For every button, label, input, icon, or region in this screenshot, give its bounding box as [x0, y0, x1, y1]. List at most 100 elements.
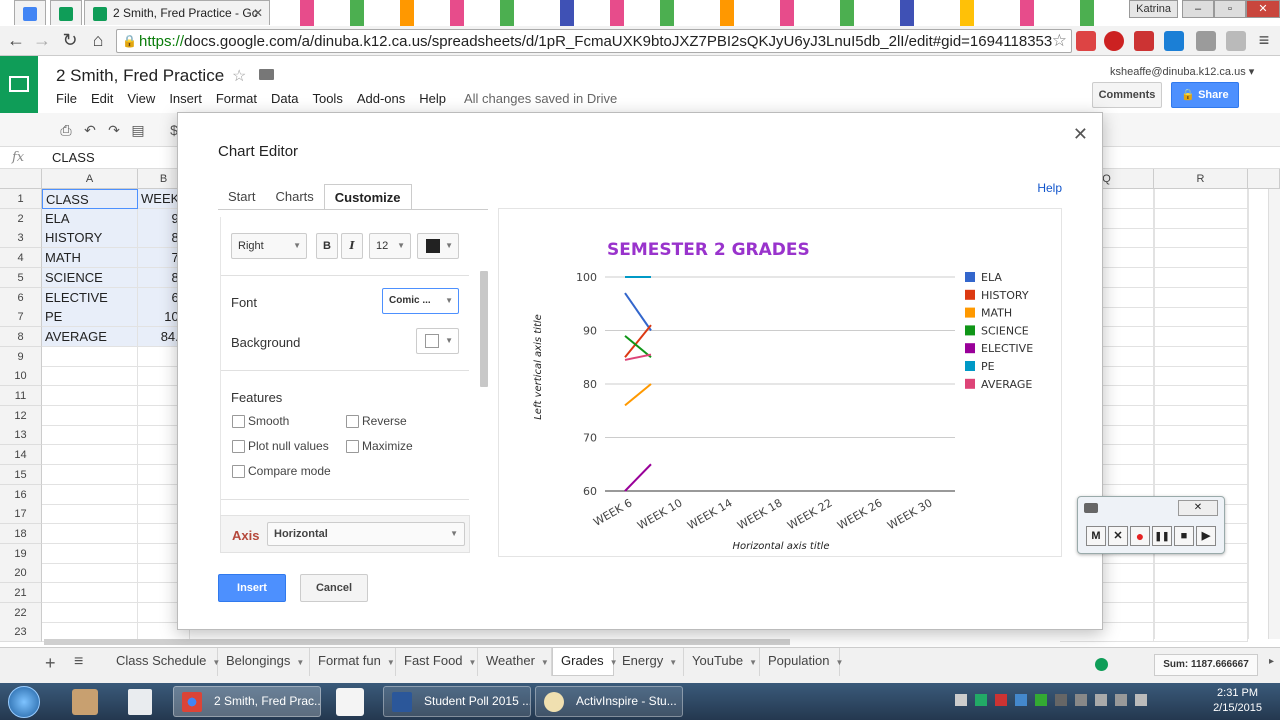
cell-r[interactable]	[1154, 602, 1248, 623]
select-all-corner[interactable]	[0, 169, 42, 189]
cell-r[interactable]	[1154, 228, 1248, 249]
cell-r[interactable]	[1154, 366, 1248, 387]
cell-r[interactable]	[1154, 425, 1248, 446]
row-header[interactable]: 21	[0, 583, 42, 603]
record-button[interactable]: ●	[1130, 526, 1150, 546]
comments-button[interactable]: Comments	[1092, 82, 1162, 108]
tab-start[interactable]: Start	[218, 184, 265, 210]
cell-a[interactable]	[42, 445, 138, 466]
row-header[interactable]: 1	[0, 189, 42, 209]
browser-tab-drive[interactable]	[14, 0, 46, 25]
close-window-icon[interactable]: ✕	[1246, 0, 1280, 18]
undo-icon[interactable]: ↶	[82, 122, 98, 138]
legend-label[interactable]: ELECTIVE	[981, 342, 1033, 355]
row-header[interactable]: 23	[0, 622, 42, 643]
row-header[interactable]: 6	[0, 287, 42, 308]
row-header[interactable]: 15	[0, 464, 42, 485]
series-line-history[interactable]	[624, 324, 652, 358]
row-header[interactable]: 2	[0, 208, 42, 229]
series-line-average[interactable]	[624, 353, 652, 361]
row-header[interactable]: 4	[0, 248, 42, 269]
row-header[interactable]: 10	[0, 366, 42, 387]
all-sheets-icon[interactable]: ≡	[74, 653, 83, 671]
cell-a[interactable]: AVERAGE	[42, 326, 138, 347]
axis-select[interactable]: Horizontal ▼	[267, 522, 465, 546]
cell-a[interactable]	[42, 583, 138, 603]
start-button[interactable]	[8, 686, 40, 718]
row-header[interactable]: 16	[0, 484, 42, 505]
home-icon[interactable]: ⌂	[88, 31, 108, 51]
row-header[interactable]: 13	[0, 425, 42, 446]
row-header[interactable]: 22	[0, 602, 42, 623]
stop-button[interactable]: ■	[1174, 526, 1194, 546]
cell-a[interactable]	[42, 366, 138, 387]
horizontal-scrollbar-thumb[interactable]	[44, 639, 790, 645]
recorder-close-icon[interactable]: ✕	[1178, 500, 1218, 516]
menu-file[interactable]: File	[56, 91, 77, 109]
chevron-down-icon[interactable]: ▼	[835, 658, 843, 667]
cell-r[interactable]	[1154, 307, 1248, 328]
row-header[interactable]: 18	[0, 523, 42, 544]
close-tab-icon[interactable]: ✕	[253, 6, 263, 20]
document-title[interactable]: 2 Smith, Fred Practice	[56, 66, 224, 86]
pause-button[interactable]: ❚❚	[1152, 526, 1172, 546]
row-header[interactable]: 19	[0, 543, 42, 564]
user-badge[interactable]: Katrina	[1129, 0, 1178, 18]
row-header[interactable]: 7	[0, 307, 42, 328]
chevron-down-icon[interactable]: ▼	[749, 658, 757, 667]
row-header[interactable]: 5	[0, 267, 42, 288]
legend-label[interactable]: AVERAGE	[981, 378, 1032, 391]
cell-a[interactable]: MATH	[42, 248, 138, 269]
cell-a[interactable]: CLASS	[42, 189, 138, 209]
series-line-elective[interactable]	[624, 463, 652, 492]
cell-a[interactable]: HISTORY	[42, 228, 138, 249]
system-tray[interactable]	[955, 694, 1165, 708]
cell-a[interactable]: PE	[42, 307, 138, 328]
cell-r[interactable]	[1154, 346, 1248, 367]
cell-r[interactable]	[1154, 386, 1248, 406]
legend-label[interactable]: MATH	[981, 307, 1012, 320]
cell-a[interactable]	[42, 405, 138, 426]
cell-r[interactable]	[1154, 267, 1248, 288]
taskbar-activinspire[interactable]: ActivInspire - Stu...	[535, 686, 683, 717]
cell-a[interactable]	[42, 543, 138, 564]
sheet-tab[interactable]: YouTube ▼	[684, 648, 760, 676]
sum-menu-icon[interactable]: ▸	[1269, 656, 1274, 667]
chevron-down-icon[interactable]: ▼	[296, 658, 304, 667]
menu-addons[interactable]: Add-ons	[357, 91, 405, 109]
bold-button[interactable]: B	[316, 233, 338, 259]
alignment-select[interactable]: Right ▼	[231, 233, 307, 259]
star-icon[interactable]: ☆	[232, 66, 246, 86]
bookmark-star-icon[interactable]: ☆	[1052, 31, 1067, 51]
menu-insert[interactable]: Insert	[169, 91, 202, 109]
column-header-s[interactable]	[1248, 169, 1280, 189]
cell-a[interactable]	[42, 346, 138, 367]
browser-tab-active[interactable]: 2 Smith, Fred Practice - Gc ✕	[84, 0, 270, 25]
vertical-scrollbar[interactable]	[1268, 189, 1280, 639]
column-header-r[interactable]: R	[1154, 169, 1248, 189]
chevron-down-icon[interactable]: ▼	[669, 658, 677, 667]
row-header[interactable]: 20	[0, 563, 42, 584]
cell-r[interactable]	[1154, 445, 1248, 466]
cell-r[interactable]	[1154, 583, 1248, 603]
formula-input[interactable]: CLASS	[52, 150, 95, 165]
browser-tab-sheets[interactable]	[50, 0, 82, 25]
sheet-tab[interactable]: Grades ▼	[552, 648, 618, 676]
chart-preview[interactable]: SEMESTER 2 GRADES 100 90 80 70 60 WEEK 6 WEEK …	[498, 208, 1062, 557]
cell-a[interactable]	[42, 602, 138, 623]
cancel-button[interactable]: Cancel	[300, 574, 368, 602]
close-icon[interactable]: ✕	[1073, 124, 1088, 145]
asterisk-extension-icon[interactable]	[1134, 31, 1154, 51]
cell-r[interactable]	[1154, 189, 1248, 209]
cell-a[interactable]: ELA	[42, 208, 138, 229]
tray-icon[interactable]	[995, 694, 1007, 706]
paint-format-icon[interactable]: ▤	[130, 122, 146, 138]
maximize-icon[interactable]: ▫	[1214, 0, 1246, 18]
share-button[interactable]: 🔒 Share	[1171, 82, 1239, 108]
sheet-tab[interactable]: Belongings ▼	[218, 648, 310, 676]
add-sheet-icon[interactable]: +	[45, 653, 56, 674]
help-link[interactable]: Help	[1037, 181, 1062, 195]
network-icon[interactable]	[1115, 694, 1127, 706]
cell-a[interactable]	[42, 425, 138, 446]
explore-check-icon[interactable]	[1095, 658, 1108, 671]
